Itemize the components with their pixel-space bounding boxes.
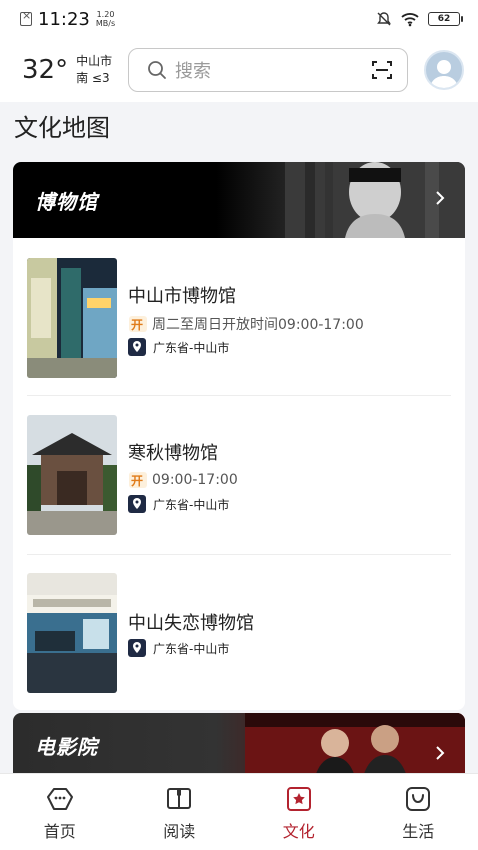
- user-avatar-icon: [430, 60, 458, 88]
- list-item[interactable]: 寒秋博物馆 开 09:00-17:00 广东省-中山市: [27, 415, 451, 537]
- book-icon: [167, 788, 192, 809]
- net-speed-value: 1.20: [96, 10, 115, 19]
- venue-location: 广东省-中山市: [128, 495, 229, 513]
- divider: [27, 554, 451, 555]
- tab-home[interactable]: 首页: [0, 774, 120, 850]
- status-time: 11:23: [38, 8, 90, 30]
- scan-icon[interactable]: [371, 59, 393, 81]
- tab-label: 生活: [402, 822, 435, 841]
- venue-location-text: 广东省-中山市: [153, 497, 230, 512]
- status-left: 11:23 1.20 MB/s: [20, 9, 115, 30]
- venue-location-text: 广东省-中山市: [153, 340, 230, 355]
- no-sim-icon: [20, 9, 32, 26]
- venue-thumbnail: [27, 573, 117, 693]
- wifi-icon: [401, 13, 419, 27]
- location-pin-icon: [128, 639, 146, 657]
- status-right: 62: [376, 11, 463, 27]
- search-placeholder: 搜索: [175, 61, 211, 82]
- venue-hours: 开 周二至周日开放时间09:00-17:00: [128, 314, 364, 334]
- weather-wind: 南 ≤3: [76, 71, 110, 85]
- cinema-section-header[interactable]: 电影院: [13, 713, 465, 773]
- svg-text:开: 开: [131, 474, 143, 488]
- venue-hours-text: 周二至周日开放时间09:00-17:00: [152, 317, 364, 333]
- museum-section-header[interactable]: 博物馆: [13, 162, 465, 238]
- tab-reading[interactable]: 阅读: [120, 774, 240, 850]
- header: 32° 中山市 南 ≤3 搜索: [0, 38, 478, 102]
- venue-name: 中山市博物馆: [128, 286, 236, 307]
- museum-section-title: 博物馆: [35, 189, 98, 214]
- cinema-section-title: 电影院: [35, 734, 98, 759]
- tab-label: 阅读: [163, 822, 196, 841]
- list-item[interactable]: 中山失恋博物馆 广东省-中山市: [27, 573, 451, 695]
- cinema-card: 电影院: [13, 713, 465, 773]
- location-pin-icon: [128, 495, 146, 513]
- open-hours-icon: 开: [129, 472, 147, 488]
- tab-life[interactable]: 生活: [359, 774, 478, 850]
- venue-thumbnail: [27, 415, 117, 535]
- list-item[interactable]: 中山市博物馆 开 周二至周日开放时间09:00-17:00 广东省-中山市: [27, 258, 451, 380]
- location-pin-icon: [128, 338, 146, 356]
- home-chat-icon: [46, 788, 73, 810]
- chevron-right-icon[interactable]: [435, 745, 445, 761]
- culture-star-icon: [286, 787, 311, 811]
- venue-name: 寒秋博物馆: [128, 443, 218, 464]
- net-speed-unit: MB/s: [95, 19, 116, 28]
- mute-bell-icon: [377, 12, 391, 26]
- venue-location-text: 广东省-中山市: [153, 641, 230, 656]
- tab-label: 文化: [282, 822, 315, 841]
- venue-name: 中山失恋博物馆: [128, 613, 254, 634]
- tab-culture[interactable]: 文化: [239, 774, 359, 850]
- svg-text:开: 开: [131, 318, 143, 332]
- chevron-right-icon[interactable]: [435, 190, 445, 206]
- bottom-tab-bar: 首页 阅读 文化 生活: [0, 773, 478, 850]
- museum-card: 博物馆 中山市博物馆 开 周二至周日开放时间09:00-17:00 广东省-中山…: [13, 162, 465, 710]
- divider: [27, 395, 451, 396]
- tab-label: 首页: [43, 822, 76, 841]
- weather-info: 中山市 南 ≤3: [76, 53, 112, 87]
- open-hours-icon: 开: [129, 316, 147, 332]
- life-bag-icon: [406, 787, 431, 811]
- status-bar: 11:23 1.20 MB/s 62: [0, 0, 478, 38]
- battery-indicator: 62: [428, 12, 463, 26]
- weather-widget[interactable]: 32° 中山市 南 ≤3: [22, 53, 120, 87]
- venue-location: 广东省-中山市: [128, 338, 229, 356]
- search-icon: [148, 61, 166, 79]
- temperature: 32°: [22, 55, 69, 85]
- venue-hours-text: 09:00-17:00: [152, 472, 238, 488]
- net-speed: 1.20 MB/s: [96, 10, 115, 28]
- weather-city: 中山市: [76, 54, 113, 68]
- avatar[interactable]: [424, 50, 464, 90]
- page-title: 文化地图: [14, 114, 110, 142]
- venue-thumbnail: [27, 258, 117, 378]
- search-input[interactable]: 搜索: [128, 48, 408, 92]
- venue-location: 广东省-中山市: [128, 639, 229, 657]
- venue-hours: 开 09:00-17:00: [128, 471, 238, 489]
- cinema-banner-image: [245, 713, 465, 773]
